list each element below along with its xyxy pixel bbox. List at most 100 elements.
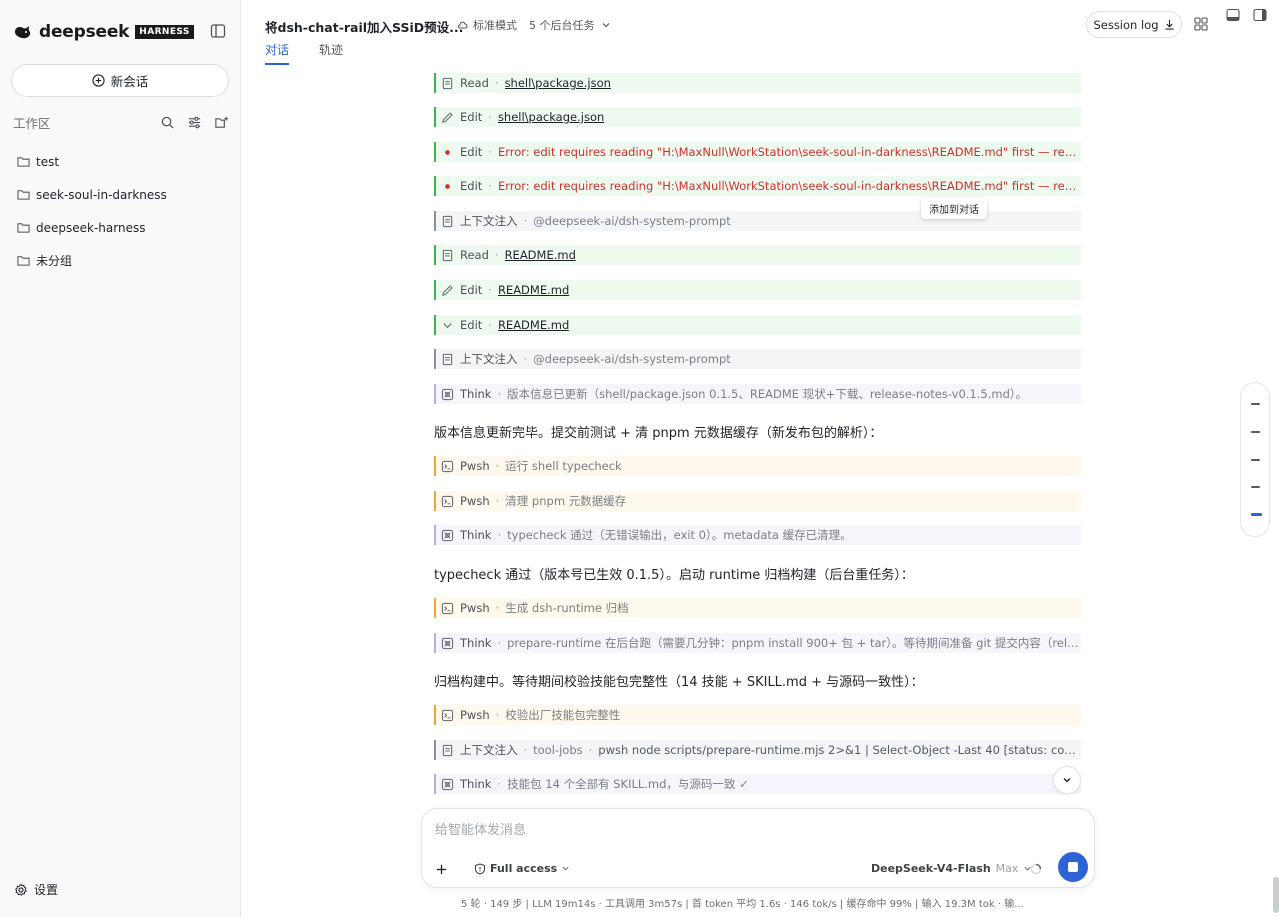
separator: · <box>497 636 502 650</box>
model-selector[interactable]: DeepSeek-V4-Flash Max <box>871 862 1032 875</box>
separator: · <box>495 708 500 722</box>
command-summary: 校验出厂技能包完整性 <box>505 708 621 722</box>
grid-icon[interactable] <box>1194 17 1208 31</box>
file-link[interactable]: README.md <box>498 283 569 297</box>
page-scrollbar[interactable] <box>1273 877 1279 913</box>
tool-name: Pwsh <box>460 708 490 722</box>
error-dot-icon <box>445 149 450 155</box>
tool-name: Pwsh <box>460 601 490 615</box>
shield-icon <box>474 862 486 875</box>
tool-row-pwsh[interactable]: Pwsh · 清理 pnpm 元数据缓存 <box>434 491 1081 511</box>
file-link[interactable]: shell\package.json <box>505 76 611 90</box>
filter-sliders-icon[interactable] <box>187 115 202 130</box>
file-link[interactable]: shell\package.json <box>498 110 604 124</box>
logo[interactable]: deepseek HARNESS <box>13 22 194 42</box>
tool-name: Edit <box>460 318 483 332</box>
new-chat-label: 新会话 <box>110 74 149 89</box>
terminal-icon <box>441 460 454 472</box>
access-level-dropdown[interactable]: Full access <box>474 862 570 875</box>
tool-row-read[interactable]: Read · shell\package.json <box>434 73 1081 93</box>
tool-name: Read <box>460 248 489 262</box>
stop-generation-button[interactable] <box>1058 852 1088 882</box>
tool-row-think[interactable]: Think · 技能包 14 个全部有 SKILL.md，与源码一致 ✓ <box>434 774 1081 794</box>
minimap-marker[interactable] <box>1251 403 1260 405</box>
folder-label: test <box>36 154 60 169</box>
tool-row-edit[interactable]: Edit · shell\package.json <box>434 107 1081 127</box>
tool-row-pwsh[interactable]: Pwsh · 生成 dsh-runtime 归档 <box>434 598 1081 618</box>
right-panel-icon[interactable] <box>1253 8 1267 22</box>
mode-indicator[interactable]: 标准模式 <box>457 17 517 33</box>
tool-row-read[interactable]: Read · README.md <box>434 245 1081 265</box>
minimap-marker[interactable] <box>1251 431 1260 433</box>
message-input[interactable] <box>435 823 1075 838</box>
tool-row-edit-expanded[interactable]: Edit · README.md <box>434 315 1081 335</box>
tool-name: Edit <box>460 145 483 159</box>
conversation-minimap[interactable] <box>1240 382 1270 537</box>
access-level-label: Full access <box>490 862 558 875</box>
command-summary: 运行 shell typecheck <box>505 459 622 473</box>
tool-row-think[interactable]: Think · prepare-runtime 在后台跑（需要几分钟：pnpm … <box>434 633 1081 653</box>
bottom-panel-icon[interactable] <box>1226 8 1240 22</box>
separator: · <box>588 743 593 757</box>
tool-row-pwsh[interactable]: Pwsh · 校验出厂技能包完整性 <box>434 705 1081 725</box>
plus-circle-icon <box>92 74 105 87</box>
mode-label: 标准模式 <box>473 19 517 32</box>
tool-row-error[interactable]: Edit · Error: edit requires reading "H:\… <box>434 176 1081 196</box>
command-summary: 清理 pnpm 元数据缓存 <box>505 494 627 508</box>
conversation-title[interactable]: 将dsh-chat-rail加入SSiD预设... <box>265 17 463 36</box>
folder-item-seek-soul-in-darkness[interactable]: seek-soul-in-darkness <box>17 178 232 211</box>
separator: · <box>497 387 502 401</box>
thought-summary: typecheck 通过（无错误输出，exit 0）。metadata 缓存已清… <box>507 528 852 542</box>
attach-button[interactable] <box>429 857 453 881</box>
new-chat-button[interactable]: 新会话 <box>11 64 229 97</box>
file-link[interactable]: README.md <box>498 318 569 332</box>
tool-row-context[interactable]: 上下文注入 · @deepseek-ai/dsh-system-prompt <box>434 349 1081 369</box>
settings-button[interactable]: 设置 <box>14 881 58 898</box>
separator: · <box>488 179 492 193</box>
search-icon[interactable] <box>160 115 175 130</box>
folder-item-ungrouped[interactable]: 未分组 <box>17 244 232 277</box>
separator: · <box>497 777 502 791</box>
tool-row-error[interactable]: Edit · Error: edit requires reading "H:\… <box>434 142 1081 162</box>
tool-row-think[interactable]: Think · 版本信息已更新（shell/package.json 0.1.5… <box>434 384 1081 404</box>
tool-name: 上下文注入 <box>460 214 518 228</box>
tool-row-pwsh[interactable]: Pwsh · 运行 shell typecheck <box>434 456 1081 476</box>
folder-item-test[interactable]: test <box>17 145 232 178</box>
tab-conversation[interactable]: 对话 <box>265 41 290 65</box>
session-log-button[interactable]: Session log <box>1086 11 1182 38</box>
folder-icon <box>17 223 30 233</box>
minimap-marker[interactable] <box>1251 486 1260 488</box>
separator: · <box>488 318 492 332</box>
tool-name: Edit <box>460 179 483 193</box>
minimap-marker[interactable] <box>1251 459 1260 461</box>
tool-row-think[interactable]: Think · typecheck 通过（无错误输出，exit 0）。metad… <box>434 525 1081 545</box>
tool-name: Think <box>460 636 492 650</box>
terminal-icon <box>441 602 454 614</box>
file-link[interactable]: README.md <box>505 248 576 262</box>
folder-item-deepseek-harness[interactable]: deepseek-harness <box>17 211 232 244</box>
run-statistics: 5 轮 · 149 步 | LLM 19m14s · 工具调用 3m57s | … <box>461 899 1024 910</box>
tool-name: Pwsh <box>460 459 490 473</box>
sidebar-toggle-icon[interactable] <box>210 23 226 39</box>
minimap-marker-active[interactable] <box>1251 513 1262 516</box>
document-icon <box>442 249 453 261</box>
folder-label: 未分组 <box>36 254 73 268</box>
pencil-icon <box>442 111 453 123</box>
chevron-down-icon <box>562 866 569 871</box>
background-tasks-dropdown[interactable]: 5 个后台任务 <box>529 17 611 33</box>
gear-icon <box>15 883 27 896</box>
tool-name: Think <box>460 528 492 542</box>
scroll-to-bottom-button[interactable] <box>1053 766 1081 794</box>
thought-summary: prepare-runtime 在后台跑（需要几分钟：pnpm install … <box>507 636 1081 650</box>
tool-name: Edit <box>460 283 483 297</box>
error-message: Error: edit requires reading "H:\MaxNull… <box>497 179 1081 193</box>
new-folder-icon[interactable] <box>214 115 229 130</box>
download-icon <box>1164 19 1174 30</box>
tool-name: Think <box>460 387 492 401</box>
reasoning-level: Max <box>995 862 1019 875</box>
tool-row-edit[interactable]: Edit · README.md <box>434 280 1081 300</box>
tab-trajectory[interactable]: 轨迹 <box>319 41 343 65</box>
tool-row-context[interactable]: 上下文注入 · tool-jobs · pwsh node scripts/pr… <box>434 740 1081 760</box>
separator: · <box>495 459 500 473</box>
assistant-message: typecheck 通过（版本号已生效 0.1.5）。启动 runtime 归档… <box>434 568 914 583</box>
